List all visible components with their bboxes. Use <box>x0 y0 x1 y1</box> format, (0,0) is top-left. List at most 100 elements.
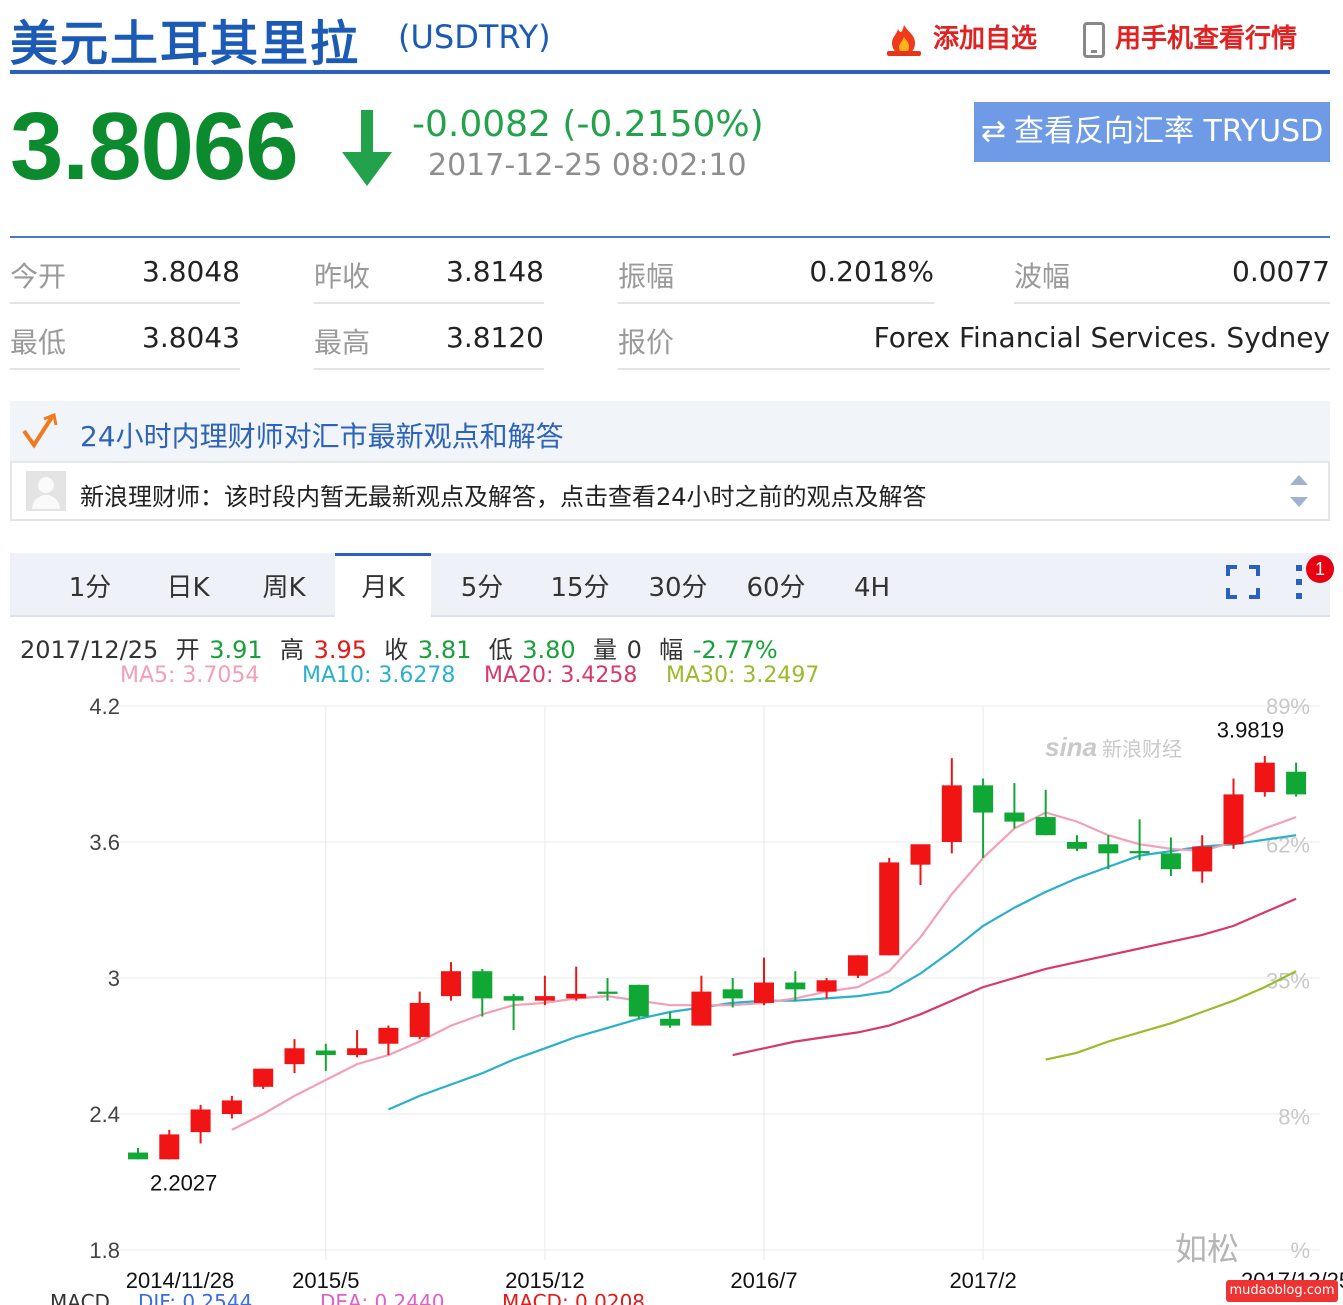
ohlc-close: 3.81 <box>417 636 472 664</box>
candle-body <box>785 982 806 990</box>
fullscreen-icon[interactable] <box>1226 565 1260 599</box>
prev-close-label: 昨收 <box>314 260 371 293</box>
candle-body <box>722 989 743 999</box>
tab-daily-k[interactable]: 日K <box>148 553 228 617</box>
stat-underline <box>618 302 934 304</box>
candle-body <box>566 993 587 999</box>
max-label: 3.9819 <box>1217 717 1284 742</box>
candle-body <box>597 991 618 994</box>
header-divider <box>10 70 1330 74</box>
high-label: 最高 <box>314 326 371 359</box>
quote-page: 美元土耳其里拉 (USDTRY) 添加自选 用手机查看行情 3.8066 -0.… <box>0 0 1343 1305</box>
candle-body <box>879 862 900 956</box>
reverse-rate-label: 查看反向汇率 TRYUSD <box>1013 114 1324 149</box>
commentary-header[interactable]: 24小时内理财师对汇市最新观点和解答 <box>10 401 1330 461</box>
ma30-line <box>1045 970 1297 1061</box>
more-menu-icon[interactable] <box>1292 563 1306 601</box>
candle-body <box>190 1109 211 1133</box>
ohlc-change-label: 幅 <box>659 636 684 664</box>
open-label: 今开 <box>10 260 67 293</box>
avatar <box>26 471 66 511</box>
candle-body <box>409 1002 430 1037</box>
candle-body <box>1286 771 1307 795</box>
macd-label: MACD <box>50 1290 110 1305</box>
percent-tick-label: 35% <box>1266 968 1310 993</box>
site-watermark: mudaoblog.com <box>1226 1280 1338 1302</box>
tab-60min[interactable]: 60分 <box>734 553 818 617</box>
macd-value: MACD: 0.0208 <box>502 1290 646 1305</box>
ohlc-high-label: 高 <box>279 636 304 664</box>
stat-underline <box>1014 302 1330 304</box>
candle-body <box>1223 794 1244 845</box>
x-tick-label: 2015/12 <box>505 1268 585 1290</box>
candle-body <box>1035 817 1056 836</box>
candle-body <box>1160 853 1181 870</box>
range-label: 波幅 <box>1014 260 1071 293</box>
candle-body <box>534 996 555 1001</box>
macd-dif: DIF: 0.2544 <box>138 1290 253 1305</box>
candle-body <box>472 971 493 999</box>
reverse-rate-button[interactable]: ⇄ 查看反向汇率 TRYUSD <box>974 102 1330 162</box>
stat-underline <box>10 368 240 370</box>
x-tick-label: 2017/2 <box>949 1268 1016 1290</box>
prev-close-value: 3.8148 <box>446 255 544 288</box>
open-value: 3.8048 <box>142 255 240 288</box>
mobile-quotes-link[interactable]: 用手机查看行情 <box>1083 18 1297 58</box>
stat-underline <box>314 368 544 370</box>
percent-tick-label: 8% <box>1278 1104 1310 1129</box>
candle-body <box>660 1018 681 1026</box>
candle-body <box>253 1068 274 1087</box>
trend-check-icon <box>22 413 58 449</box>
add-watchlist-button[interactable]: 添加自选 <box>885 18 1037 57</box>
wechat-watermark: 如松 <box>1175 1230 1240 1268</box>
quote-timestamp: 2017-12-25 08:02:10 <box>428 148 747 183</box>
candle-body <box>159 1134 180 1160</box>
candle-body <box>628 984 649 1017</box>
tab-15min[interactable]: 15分 <box>538 553 622 617</box>
candle-body <box>1067 842 1087 849</box>
candle-body <box>503 996 524 1001</box>
min-label: 2.2027 <box>150 1171 217 1196</box>
ohlc-low-label: 低 <box>488 636 513 664</box>
ohlc-close-label: 收 <box>384 636 409 664</box>
tab-30min[interactable]: 30分 <box>636 553 720 617</box>
candlestick-chart[interactable]: 4.23.632.41.889%62%35%8%%2014/11/28 2015/… <box>0 690 1343 1290</box>
candle-body <box>910 844 931 865</box>
candle-body <box>973 785 994 813</box>
low-label: 最低 <box>10 326 67 359</box>
candle-body <box>847 955 868 976</box>
ma20-line <box>732 897 1297 1057</box>
candle-body <box>1004 812 1025 822</box>
ohlc-info: 2017/12/25 开 3.91 高 3.95 收 3.81 低 3.80 量… <box>20 630 780 665</box>
y-tick-label: 1.8 <box>89 1238 120 1263</box>
macd-dea: DEA: 0.2440 <box>320 1290 445 1305</box>
tab-1min[interactable]: 1分 <box>50 553 130 617</box>
tab-weekly-k[interactable]: 周K <box>244 553 324 617</box>
ohlc-change: -2.77% <box>692 636 778 664</box>
candle-body <box>691 991 712 1026</box>
period-tabs: 1分 日K 周K 月K 5分 15分 30分 60分 4H <box>10 553 1330 619</box>
high-value: 3.8120 <box>446 321 544 354</box>
ohlc-volume: 0 <box>626 636 642 664</box>
tab-monthly-k[interactable]: 月K <box>335 553 431 619</box>
ma10-legend: MA10: 3.6278 <box>302 663 456 688</box>
candle-body <box>1192 846 1213 872</box>
candle-body <box>347 1048 368 1056</box>
ma30-legend: MA30: 3.2497 <box>666 663 820 688</box>
x-tick-label: 2014/11/28 <box>126 1268 234 1290</box>
tab-5min[interactable]: 5分 <box>442 553 522 617</box>
page-title: 美元土耳其里拉 <box>10 16 361 72</box>
candle-body <box>221 1100 242 1114</box>
commentary-item[interactable]: 新浪理财师：该时段内暂无最新观点及解答，点击查看24小时之前的观点及解答 <box>10 461 1330 521</box>
sina-logo: sina <box>1045 732 1097 762</box>
swap-icon: ⇄ <box>980 114 1006 149</box>
ohlc-volume-label: 量 <box>592 636 617 664</box>
ohlc-low: 3.80 <box>522 636 576 664</box>
y-tick-label: 2.4 <box>89 1102 120 1127</box>
commentary-text: 新浪理财师：该时段内暂无最新观点及解答，点击查看24小时之前的观点及解答 <box>80 483 927 511</box>
candle-body <box>941 785 962 842</box>
ma20-legend: MA20: 3.4258 <box>484 663 638 688</box>
tab-4h[interactable]: 4H <box>832 553 912 617</box>
scroll-arrows-icon[interactable] <box>1288 471 1310 511</box>
low-value: 3.8043 <box>142 321 240 354</box>
